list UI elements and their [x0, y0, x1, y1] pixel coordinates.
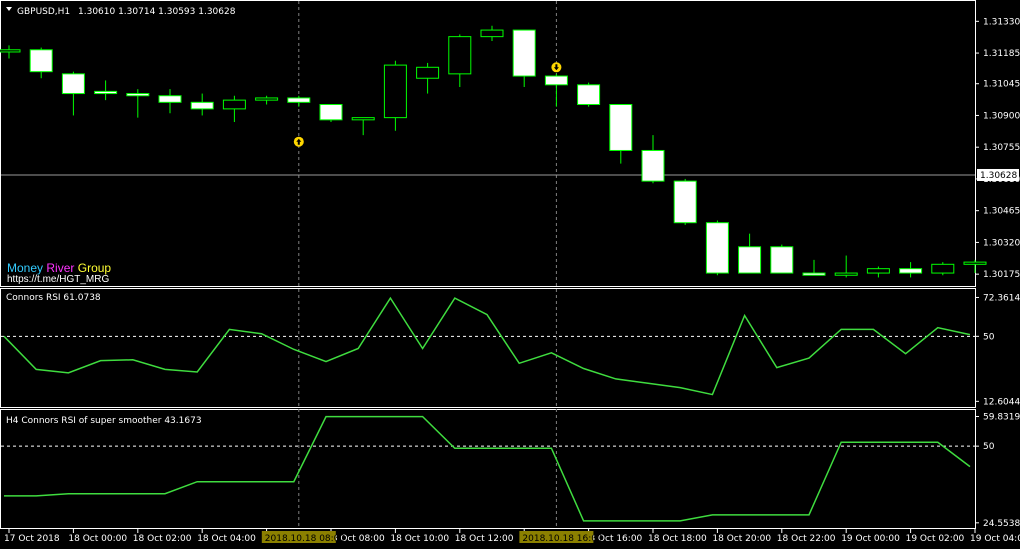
candle-body	[94, 90, 118, 95]
chart-header: GBPUSD,H1 1.30610 1.30714 1.30593 1.3062…	[6, 7, 236, 17]
candle-body	[673, 180, 697, 224]
candle-body	[29, 49, 53, 73]
brand-word-group: Group	[77, 261, 112, 275]
sell-arrow-icon	[551, 62, 562, 73]
time-tick-label: 18 Oct 18:00	[648, 534, 707, 544]
candle-body	[963, 261, 987, 265]
time-tick-label: 18 Oct 04:00	[197, 534, 256, 544]
candle-body	[480, 29, 504, 38]
candle-body	[416, 66, 440, 79]
price-tick-label: 1.30755	[983, 143, 1020, 153]
symbol-label: GBPUSD,H1	[17, 7, 70, 17]
brand-url: https://t.me/HGT_MRG	[7, 274, 110, 285]
time-tick-label: 18 Oct 22:00	[777, 534, 836, 544]
time-tick-label: 18 Oct 10:00	[390, 534, 449, 544]
time-tick-label: 19 Oct 04:00	[970, 534, 1020, 544]
price-tick-label: 1.30320	[983, 238, 1020, 248]
candle-body	[190, 101, 214, 110]
time-tick-label: 19 Oct 02:00	[906, 534, 965, 544]
current-price-label: 1.30628	[980, 171, 1017, 181]
price-tick-label: 1.30900	[983, 111, 1020, 121]
price-tick-label: 1.31045	[983, 80, 1020, 90]
price-tick-label: 1.30465	[983, 207, 1020, 217]
rsi-tick-label: 50	[983, 332, 995, 342]
candle-body	[609, 104, 633, 151]
h4-indicator-title: H4 Connors RSI of super smoother 43.1673	[6, 416, 202, 426]
candle-body	[866, 268, 890, 274]
chart-background	[0, 0, 1020, 549]
time-tick-label: 18 Oct 00:00	[68, 534, 127, 544]
time-tick-label: 18 Oct 02:00	[133, 534, 192, 544]
candle-body	[931, 263, 955, 274]
candle-body	[802, 272, 826, 276]
marker-date-label: 2018.10.18 16:00	[522, 534, 603, 544]
h4-tick-label: 24.5538	[983, 519, 1020, 529]
brand-word-money: Money	[7, 261, 44, 275]
candle-body	[158, 95, 182, 103]
time-tick-label: 18 Oct 12:00	[455, 534, 514, 544]
rsi-indicator-title: Connors RSI 61.0738	[6, 293, 101, 303]
price-tick-label: 1.31185	[983, 49, 1020, 59]
candle-body	[383, 64, 407, 119]
candle-body	[834, 272, 858, 276]
candle	[577, 82, 601, 107]
time-tick-label: 19 Oct 00:00	[841, 534, 900, 544]
candle-body	[770, 246, 794, 274]
candle	[673, 178, 697, 225]
time-tick-label: 18 Oct 20:00	[712, 534, 771, 544]
price-tick-label: 1.30175	[983, 270, 1020, 280]
candle-body	[577, 84, 601, 106]
candle	[931, 262, 955, 276]
candle-body	[319, 104, 343, 121]
trading-chart[interactable]: 1.31330 1.31185 1.31045 1.30900 1.30755 1.306…	[0, 0, 1020, 549]
candle-body	[448, 36, 472, 75]
h4-tick-label: 59.8319	[983, 413, 1020, 423]
candle-body	[351, 117, 375, 121]
candle-body	[738, 246, 762, 274]
price-tick-label: 1.31330	[983, 17, 1020, 27]
candle	[770, 244, 794, 274]
candle-body	[61, 73, 85, 95]
candle	[705, 220, 729, 276]
time-tick-label: 17 Oct 2018	[4, 534, 60, 544]
marker-date-label: 2018.10.18 08:00	[265, 534, 346, 544]
candle-body	[222, 99, 246, 110]
candle-body	[705, 222, 729, 274]
h4-tick-label: 50	[983, 442, 995, 452]
candle-body	[512, 29, 536, 77]
rsi-tick-label: 12.6044	[983, 397, 1020, 407]
candle	[319, 104, 343, 123]
buy-arrow-icon	[293, 136, 304, 147]
brand-word-river: River	[46, 261, 75, 275]
candle-body	[641, 149, 665, 182]
candle-body	[287, 97, 311, 103]
candle-body	[899, 268, 923, 274]
rsi-tick-label: 72.3614	[983, 293, 1020, 303]
candle-body	[126, 93, 150, 97]
candle-body	[544, 75, 568, 86]
ohlc-values: 1.30610 1.30714 1.30593 1.30628	[78, 7, 236, 17]
candle-body	[0, 49, 21, 53]
candle-body	[255, 97, 279, 101]
